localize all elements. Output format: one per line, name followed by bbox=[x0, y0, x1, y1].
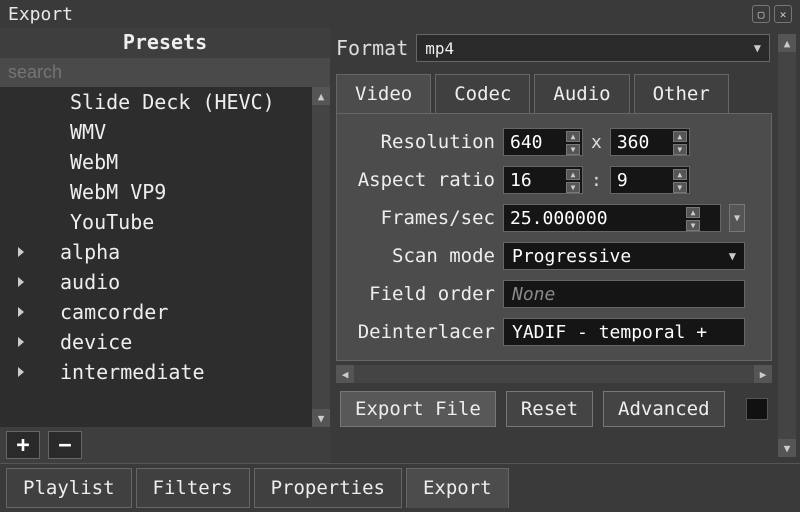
arrow-down-icon[interactable]: ▼ bbox=[673, 144, 687, 155]
resolution-width-input[interactable]: 640 ▲▼ bbox=[503, 128, 583, 156]
list-item[interactable]: WMV bbox=[0, 117, 312, 147]
arrow-up-icon[interactable]: ▲ bbox=[566, 131, 580, 142]
remove-preset-button[interactable]: − bbox=[48, 431, 82, 459]
list-item[interactable]: camcorder bbox=[0, 297, 312, 327]
arrow-down-icon[interactable]: ▼ bbox=[686, 220, 700, 231]
x-separator: x bbox=[591, 132, 602, 153]
titlebar: Export ▢ ✕ bbox=[0, 0, 800, 28]
list-item[interactable]: Slide Deck (HEVC) bbox=[0, 87, 312, 117]
list-item[interactable]: alpha bbox=[0, 237, 312, 267]
tab-video[interactable]: Video bbox=[336, 74, 431, 114]
window-title: Export bbox=[8, 4, 73, 25]
arrow-down-icon[interactable]: ▼ bbox=[566, 182, 580, 193]
chevron-right-icon bbox=[18, 337, 24, 347]
aspect-a-input[interactable]: 16 ▲▼ bbox=[503, 166, 583, 194]
arrow-down-icon[interactable]: ▼ bbox=[312, 409, 330, 427]
list-item[interactable]: intermediate bbox=[0, 357, 312, 387]
chevron-down-icon[interactable]: ▼ bbox=[729, 204, 745, 232]
bottom-tabbar: Playlist Filters Properties Export bbox=[0, 463, 800, 512]
color-swatch[interactable] bbox=[746, 398, 768, 420]
fps-input[interactable]: 25.000000 ▲▼ bbox=[503, 204, 721, 232]
chevron-right-icon bbox=[18, 307, 24, 317]
format-select[interactable]: mp4 ▼ bbox=[416, 34, 770, 62]
arrow-up-icon[interactable]: ▲ bbox=[673, 169, 687, 180]
preset-list[interactable]: Slide Deck (HEVC) WMV WebM WebM VP9 YouT… bbox=[0, 87, 312, 427]
horizontal-scrollbar[interactable]: ◀ ▶ bbox=[336, 365, 772, 383]
list-item[interactable]: YouTube bbox=[0, 207, 312, 237]
arrow-up-icon[interactable]: ▲ bbox=[566, 169, 580, 180]
arrow-down-icon[interactable]: ▼ bbox=[673, 182, 687, 193]
close-icon[interactable]: ✕ bbox=[774, 5, 792, 23]
tab-properties[interactable]: Properties bbox=[254, 468, 402, 508]
tab-codec[interactable]: Codec bbox=[435, 74, 530, 114]
export-file-button[interactable]: Export File bbox=[340, 391, 496, 427]
chevron-down-icon: ▼ bbox=[729, 249, 736, 263]
arrow-left-icon[interactable]: ◀ bbox=[336, 365, 354, 383]
list-item[interactable]: audio bbox=[0, 267, 312, 297]
video-tab-body: Resolution 640 ▲▼ x 360 ▲▼ Aspect ratio … bbox=[336, 113, 772, 361]
arrow-right-icon[interactable]: ▶ bbox=[754, 365, 772, 383]
resolution-height-input[interactable]: 360 ▲▼ bbox=[610, 128, 690, 156]
arrow-down-icon[interactable]: ▼ bbox=[566, 144, 580, 155]
aspect-b-input[interactable]: 9 ▲▼ bbox=[610, 166, 690, 194]
presets-header: Presets bbox=[0, 28, 330, 58]
list-item[interactable]: WebM VP9 bbox=[0, 177, 312, 207]
chevron-right-icon bbox=[18, 277, 24, 287]
resolution-label: Resolution bbox=[345, 131, 495, 153]
tab-export[interactable]: Export bbox=[406, 468, 509, 508]
deinterlacer-label: Deinterlacer bbox=[345, 321, 495, 343]
chevron-down-icon: ▼ bbox=[754, 41, 761, 55]
arrow-up-icon[interactable]: ▲ bbox=[778, 34, 796, 52]
scan-mode-select[interactable]: Progressive ▼ bbox=[503, 242, 745, 270]
presets-panel: Presets Slide Deck (HEVC) WMV WebM WebM … bbox=[0, 28, 330, 463]
list-item[interactable]: WebM bbox=[0, 147, 312, 177]
settings-scrollbar[interactable]: ▲ ▼ bbox=[778, 34, 796, 457]
tab-playlist[interactable]: Playlist bbox=[6, 468, 132, 508]
arrow-down-icon[interactable]: ▼ bbox=[778, 439, 796, 457]
tab-audio[interactable]: Audio bbox=[534, 74, 629, 114]
arrow-up-icon[interactable]: ▲ bbox=[673, 131, 687, 142]
list-item[interactable]: device bbox=[0, 327, 312, 357]
arrow-up-icon[interactable]: ▲ bbox=[686, 207, 700, 218]
fps-label: Frames/sec bbox=[345, 207, 495, 229]
scan-label: Scan mode bbox=[345, 245, 495, 267]
arrow-up-icon[interactable]: ▲ bbox=[312, 87, 330, 105]
reset-button[interactable]: Reset bbox=[506, 391, 593, 427]
chevron-right-icon bbox=[18, 247, 24, 257]
aspect-label: Aspect ratio bbox=[345, 169, 495, 191]
add-preset-button[interactable]: + bbox=[6, 431, 40, 459]
chevron-right-icon bbox=[18, 367, 24, 377]
field-order-select[interactable]: None bbox=[503, 280, 745, 308]
tab-filters[interactable]: Filters bbox=[136, 468, 250, 508]
advanced-button[interactable]: Advanced bbox=[603, 391, 725, 427]
search-input[interactable] bbox=[0, 58, 330, 87]
maximize-icon[interactable]: ▢ bbox=[752, 5, 770, 23]
settings-panel: ▲ ▼ Format mp4 ▼ Video Codec Audio Other… bbox=[330, 28, 800, 463]
tab-other[interactable]: Other bbox=[634, 74, 729, 114]
deinterlacer-select[interactable]: YADIF - temporal + bbox=[503, 318, 745, 346]
preset-scrollbar[interactable]: ▲ ▼ bbox=[312, 87, 330, 427]
field-order-label: Field order bbox=[345, 283, 495, 305]
colon-separator: : bbox=[591, 170, 602, 191]
format-label: Format bbox=[336, 36, 408, 60]
